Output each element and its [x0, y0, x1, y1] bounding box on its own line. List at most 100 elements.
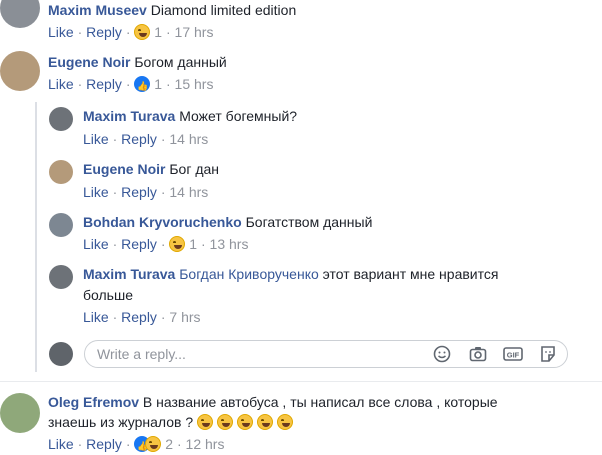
comment-body: Oleg Efremov В название автобуса , ты на…: [48, 393, 498, 411]
haha-reaction-icon[interactable]: [145, 436, 162, 452]
separator: ·: [77, 436, 83, 452]
comment-author[interactable]: Eugene Noir: [48, 54, 130, 70]
reply-text-continued: больше: [83, 287, 133, 303]
avatar[interactable]: [49, 160, 73, 184]
laughing-emoji-icon: [276, 414, 293, 430]
laughing-emoji-icon: [256, 414, 273, 430]
reply-actions: Like · Reply · 1 · 13 hrs: [83, 235, 248, 253]
separator: ·: [160, 184, 166, 200]
like-link[interactable]: Like: [83, 236, 109, 252]
camera-icon[interactable]: [469, 345, 487, 363]
reply-body: Bohdan Kryvoruchenko Богатством данный: [83, 213, 372, 231]
reply-link[interactable]: Reply: [86, 436, 122, 452]
separator: ·: [125, 436, 131, 452]
reply-link[interactable]: Reply: [121, 236, 157, 252]
separator: ·: [112, 236, 118, 252]
comment-text: знаешь из журналов ?: [48, 414, 194, 430]
laughing-emoji-icon: [236, 414, 253, 430]
reply-text: Бог дан: [169, 161, 220, 177]
timestamp[interactable]: 14 hrs: [169, 131, 208, 147]
separator: ·: [77, 24, 83, 40]
reply-body: Eugene Noir Бог дан: [83, 160, 219, 178]
like-link[interactable]: Like: [83, 184, 109, 200]
reply-actions: Like · Reply · 14 hrs: [83, 130, 208, 148]
reply-input[interactable]: Write a reply... GIF: [84, 340, 568, 368]
timestamp[interactable]: 14 hrs: [169, 184, 208, 200]
like-link[interactable]: Like: [48, 436, 74, 452]
separator: ·: [125, 24, 131, 40]
comment-author[interactable]: Oleg Efremov: [48, 394, 139, 410]
reaction-count[interactable]: 2: [165, 436, 173, 452]
reply-author[interactable]: Eugene Noir: [83, 161, 165, 177]
avatar[interactable]: [49, 213, 73, 237]
comment-author[interactable]: Maxim Museev: [48, 2, 147, 18]
avatar[interactable]: [49, 107, 73, 131]
like-link[interactable]: Like: [48, 24, 74, 40]
thread-line: [35, 102, 37, 372]
reply-link[interactable]: Reply: [121, 184, 157, 200]
reaction-count[interactable]: 1: [154, 76, 162, 92]
reply-link[interactable]: Reply: [121, 309, 157, 325]
comment-body: Eugene Noir Богом данный: [48, 53, 227, 71]
separator: ·: [165, 24, 171, 40]
reaction-count[interactable]: 1: [154, 24, 162, 40]
haha-reaction-icon[interactable]: [169, 236, 186, 252]
current-user-avatar: [49, 342, 73, 366]
reply-link[interactable]: Reply: [86, 76, 122, 92]
separator: ·: [77, 76, 83, 92]
separator: ·: [160, 131, 166, 147]
reply-text: Богатством данный: [245, 214, 373, 230]
separator: ·: [165, 76, 171, 92]
mention-link[interactable]: Богдан Кривoрученко: [179, 266, 319, 282]
comment-body: Maxim Museev Diamond limited edition: [48, 1, 296, 19]
comment-text: Богом данный: [134, 54, 227, 70]
like-link[interactable]: Like: [83, 309, 109, 325]
timestamp[interactable]: 12 hrs: [186, 436, 225, 452]
like-link[interactable]: Like: [83, 131, 109, 147]
haha-reaction-icon[interactable]: [134, 24, 151, 40]
like-reaction-icon[interactable]: [134, 76, 151, 95]
avatar[interactable]: [49, 265, 73, 289]
avatar[interactable]: [0, 393, 40, 433]
comment-text: В название автобуса , ты написал все сло…: [142, 394, 498, 410]
gif-icon[interactable]: GIF: [503, 345, 523, 363]
emoji-icon[interactable]: [433, 345, 451, 363]
reply-actions: Like · Reply · 14 hrs: [83, 183, 208, 201]
comment-text-continued: знаешь из журналов ?: [48, 413, 293, 431]
reply-text: этот вариант мне нравится: [322, 266, 499, 282]
reply-body: Maxim Turava Богдан Кривoрученко этот ва…: [83, 265, 498, 283]
sticker-icon[interactable]: [539, 345, 557, 363]
timestamp[interactable]: 7 hrs: [169, 309, 200, 325]
reply-placeholder: Write a reply...: [97, 346, 186, 362]
reply-author[interactable]: Bohdan Kryvoruchenko: [83, 214, 242, 230]
separator: ·: [160, 309, 166, 325]
timestamp[interactable]: 13 hrs: [210, 236, 249, 252]
like-link[interactable]: Like: [48, 76, 74, 92]
comment-actions: Like · Reply · 1 · 17 hrs: [48, 23, 213, 41]
avatar[interactable]: [0, 0, 40, 28]
separator: ·: [125, 76, 131, 92]
svg-text:GIF: GIF: [507, 351, 520, 360]
divider: [0, 381, 602, 382]
timestamp[interactable]: 17 hrs: [175, 24, 214, 40]
timestamp[interactable]: 15 hrs: [175, 76, 214, 92]
reaction-count[interactable]: 1: [189, 236, 197, 252]
separator: ·: [160, 236, 166, 252]
separator: ·: [112, 184, 118, 200]
laughing-emoji-icon: [216, 414, 233, 430]
separator: ·: [112, 309, 118, 325]
reply-body: Maxim Turava Может богемный?: [83, 107, 297, 125]
reply-link[interactable]: Reply: [121, 131, 157, 147]
reply-author[interactable]: Maxim Turava: [83, 108, 175, 124]
avatar[interactable]: [0, 51, 40, 91]
separator: ·: [112, 131, 118, 147]
comment-actions: Like · Reply · 1 · 15 hrs: [48, 75, 214, 95]
reply-link[interactable]: Reply: [86, 24, 122, 40]
reply-actions: Like · Reply · 7 hrs: [83, 308, 201, 326]
separator: ·: [176, 436, 182, 452]
comment-actions: Like · Reply · 2 · 12 hrs: [48, 435, 225, 455]
reply-text: Может богемный?: [179, 108, 298, 124]
comment-text: Diamond limited edition: [150, 2, 297, 18]
separator: ·: [200, 236, 206, 252]
reply-author[interactable]: Maxim Turava: [83, 266, 175, 282]
